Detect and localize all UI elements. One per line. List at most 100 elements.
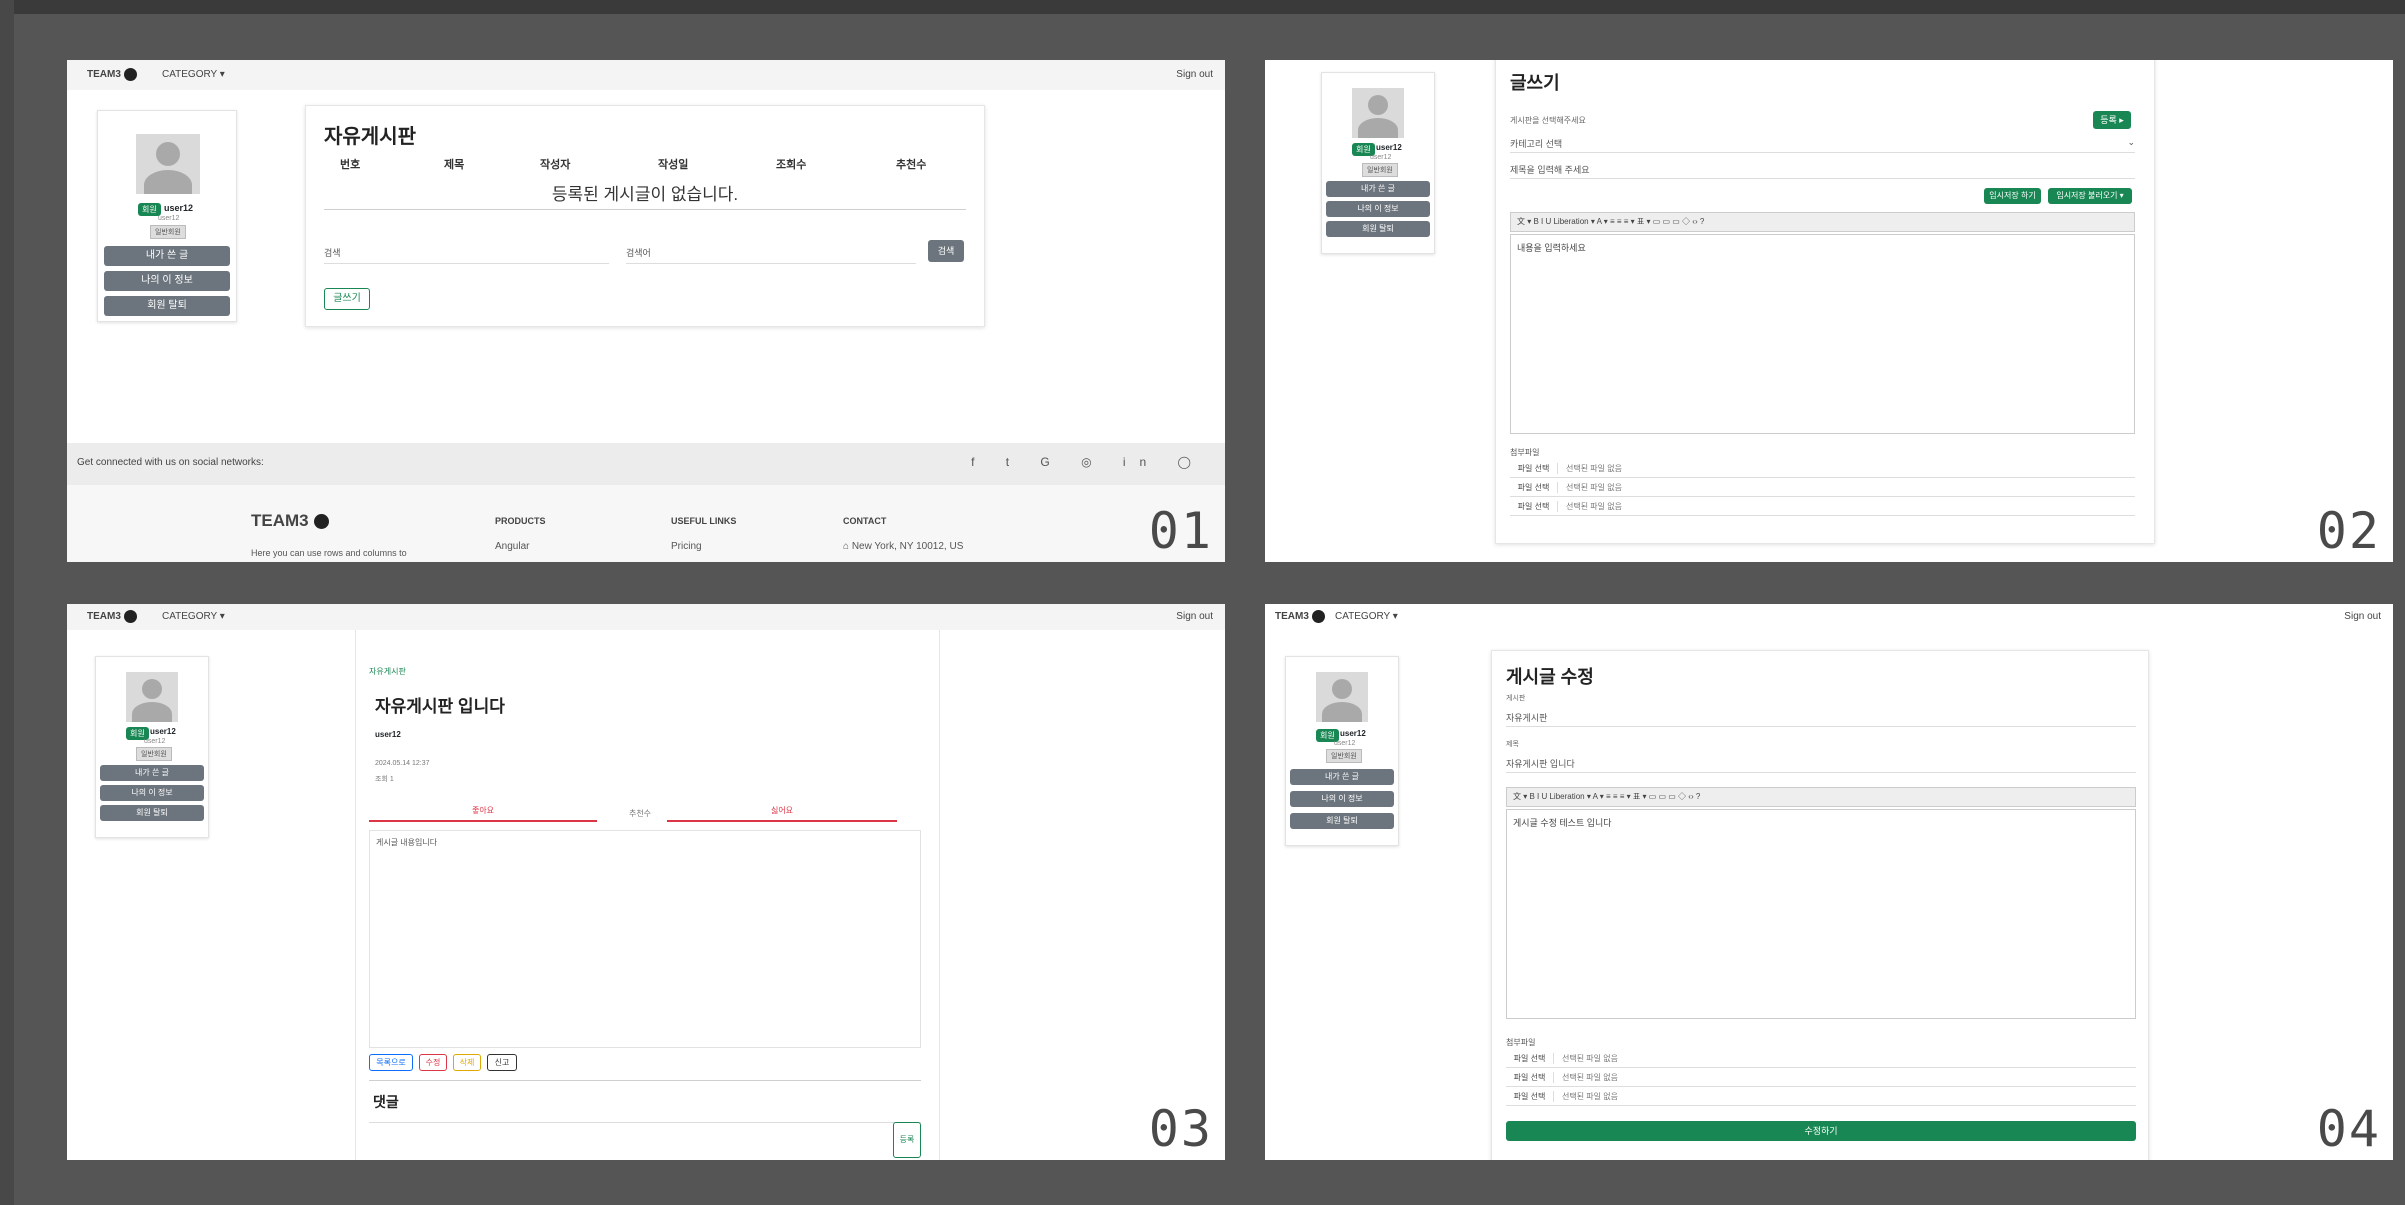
withdraw-button[interactable]: 회원 탈퇴 (104, 296, 230, 316)
my-info-button[interactable]: 나의 이 정보 (1326, 201, 1430, 217)
title-input[interactable]: 제목을 입력해 주세요 (1510, 163, 2135, 179)
category-select[interactable]: 자유게시판 (1506, 711, 2136, 727)
post-title: 자유게시판 입니다 (375, 697, 505, 716)
grade-badge: 일반회원 (1362, 163, 1398, 177)
breadcrumb[interactable]: 자유게시판 (369, 666, 406, 677)
my-info-button[interactable]: 나의 이 정보 (104, 271, 230, 291)
submit-button[interactable]: 등록 ▸ (2093, 111, 2131, 129)
search-input[interactable]: 검색어 (626, 246, 916, 264)
empty-message: 등록된 게시글이 없습니다. (551, 185, 739, 204)
update-submit-button[interactable]: 수정하기 (1506, 1121, 2136, 1141)
category-dropdown[interactable]: CATEGORY ▾ (162, 611, 225, 622)
editor-toolbar[interactable]: 文 ▾ B I U Liberation ▾ A ▾ ≡ ≡ ≡ ▾ 표 ▾ ▭… (1510, 212, 2135, 232)
list-button[interactable]: 목록으로 (369, 1054, 413, 1071)
products-heading: PRODUCTS (495, 516, 546, 526)
divider (324, 209, 966, 210)
signout-link[interactable]: Sign out (1176, 611, 1213, 622)
content-left-border (355, 630, 356, 1160)
footer-main: TEAM3 Here you can use rows and columns … (67, 485, 1225, 562)
screenshot-post-view: TEAM3 CATEGORY ▾ Sign out 회원 user12 user… (67, 604, 1225, 1160)
category-select[interactable]: 카테고리 선택 ⌄ (1510, 137, 2135, 153)
brand-logo[interactable]: TEAM3 (87, 68, 137, 81)
content-editor[interactable]: 내용을 입력하세요 (1510, 234, 2135, 434)
file-table: 파일 선택 선택된 파일 없음 파일 선택 선택된 파일 없음 파일 선택 선택된 파… (1506, 1049, 2136, 1106)
panel-number: 03 (1148, 1100, 1213, 1158)
comment-submit-button[interactable]: 등록 (893, 1122, 921, 1158)
user-sub: user12 (144, 738, 166, 745)
search-button[interactable]: 검색 (928, 240, 964, 262)
content-editor[interactable]: 게시글 수정 테스트 입니다 (1506, 809, 2136, 1019)
category-dropdown[interactable]: CATEGORY ▾ (162, 69, 225, 80)
my-posts-button[interactable]: 내가 쓴 글 (1326, 181, 1430, 197)
products-link[interactable]: Angular (495, 541, 529, 552)
search-type-select[interactable]: 검색 (324, 246, 609, 264)
col-date: 작성일 (658, 159, 689, 171)
category-label: 게시판 (1506, 695, 1526, 702)
temp-save-button[interactable]: 임시저장 하기 (1984, 188, 2041, 204)
signout-link[interactable]: Sign out (2344, 611, 2381, 622)
title-input[interactable]: 자유게시판 입니다 (1506, 757, 2136, 773)
category-dropdown[interactable]: CATEGORY ▾ (1335, 611, 1398, 622)
dislike-button[interactable]: 싫어요 (667, 802, 897, 822)
username: user12 (1376, 143, 1402, 152)
like-button[interactable]: 좋아요 (369, 802, 597, 822)
report-button[interactable]: 신고 (487, 1054, 517, 1071)
profile-card: 회원 user12 user12 일반회원 내가 쓴 글 나의 이 정보 회원 … (1321, 72, 1435, 254)
file-row[interactable]: 파일 선택 선택된 파일 없음 (1510, 459, 2135, 478)
withdraw-button[interactable]: 회원 탈퇴 (1290, 813, 1394, 829)
editor-toolbar[interactable]: 文 ▾ B I U Liberation ▾ A ▾ ≡ ≡ ≡ ▾ 표 ▾ ▭… (1506, 787, 2136, 807)
social-text: Get connected with us on social networks… (77, 457, 264, 468)
chat-bubble-icon (1311, 610, 1325, 623)
content-right-border (939, 630, 940, 1160)
col-recommends: 추천수 (896, 159, 927, 171)
withdraw-button[interactable]: 회원 탈퇴 (100, 805, 204, 821)
signout-link[interactable]: Sign out (1176, 69, 1213, 80)
file-table: 파일 선택 선택된 파일 없음 파일 선택 선택된 파일 없음 파일 선택 선택된 파… (1510, 459, 2135, 516)
comment-input[interactable] (369, 1122, 921, 1160)
profile-card: 회원 user12 user12 일반회원 내가 쓴 글 나의 이 정보 회원 … (1285, 656, 1399, 846)
grade-badge: 일반회원 (136, 747, 172, 761)
pricing-link[interactable]: Pricing (671, 541, 702, 552)
withdraw-button[interactable]: 회원 탈퇴 (1326, 221, 1430, 237)
page-title: 게시글 수정 (1506, 667, 1594, 687)
avatar (126, 672, 178, 722)
file-row[interactable]: 파일 선택 선택된 파일 없음 (1510, 478, 2135, 497)
col-title: 제목 (444, 159, 465, 171)
brand-logo[interactable]: TEAM3 (87, 610, 137, 623)
my-posts-button[interactable]: 내가 쓴 글 (104, 246, 230, 266)
top-navbar: TEAM3 CATEGORY ▾ Sign out (1265, 604, 2393, 630)
col-author: 작성자 (540, 159, 571, 171)
chat-bubble-icon (313, 514, 329, 530)
delete-button[interactable]: 삭제 (453, 1054, 481, 1071)
file-row[interactable]: 파일 선택 선택된 파일 없음 (1510, 497, 2135, 516)
footer-brand: TEAM3 (251, 511, 329, 531)
panel-number: 04 (2316, 1100, 2381, 1158)
title-label: 제목 (1506, 741, 1519, 748)
chat-bubble-icon (123, 610, 137, 623)
edit-button[interactable]: 수정 (419, 1054, 447, 1071)
file-row[interactable]: 파일 선택 선택된 파일 없음 (1506, 1049, 2136, 1068)
write-button[interactable]: 글쓰기 (324, 288, 370, 310)
board-card: 자유게시판 번호 제목 작성자 작성일 조회수 추천수 등록된 게시글이 없습니… (305, 105, 985, 327)
contact-heading: CONTACT (843, 516, 887, 526)
user-sub: user12 (158, 215, 180, 222)
load-temp-button[interactable]: 임시저장 불러오기 ▾ (2048, 188, 2132, 204)
grade-badge: 일반회원 (150, 225, 186, 239)
my-info-button[interactable]: 나의 이 정보 (100, 785, 204, 801)
avatar (136, 134, 200, 194)
chat-bubble-icon (123, 68, 137, 81)
my-posts-button[interactable]: 내가 쓴 글 (100, 765, 204, 781)
social-icons[interactable]: f t G ◎ in ◯ (971, 455, 1205, 469)
file-row[interactable]: 파일 선택 선택된 파일 없음 (1506, 1087, 2136, 1106)
username: user12 (150, 727, 176, 736)
chevron-down-icon: ⌄ (2127, 137, 2135, 147)
contact-address: ⌂ New York, NY 10012, US (843, 541, 964, 552)
avatar (1316, 672, 1368, 722)
my-info-button[interactable]: 나의 이 정보 (1290, 791, 1394, 807)
top-navbar: TEAM3 CATEGORY ▾ Sign out (67, 60, 1225, 90)
brand-logo[interactable]: TEAM3 (1275, 610, 1325, 623)
my-posts-button[interactable]: 내가 쓴 글 (1290, 769, 1394, 785)
panel-number: 01 (1148, 502, 1213, 560)
panel-number: 02 (2316, 502, 2381, 560)
file-row[interactable]: 파일 선택 선택된 파일 없음 (1506, 1068, 2136, 1087)
